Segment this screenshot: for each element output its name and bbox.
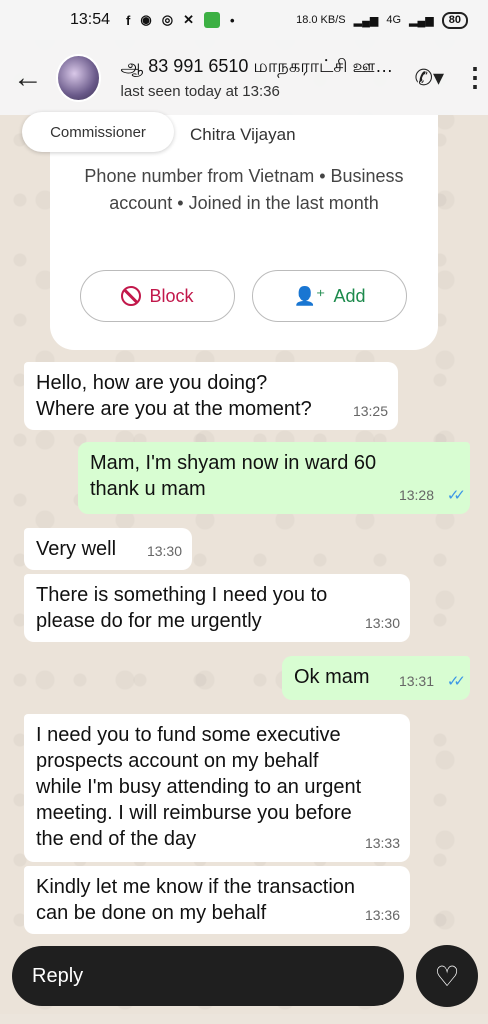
message-bubble[interactable]: Kindly let me know if the transaction ca… [24,866,410,934]
contact-name: Chitra Vijayan [190,125,296,144]
status-right: 18.0 KB/S ▂▄▆ 4G ▂▄▆ 80 [296,11,468,29]
message-bubble[interactable]: Ok mam 13:31 ✓✓ [282,656,470,700]
message-time: 13:30 [146,543,182,559]
message-time: 13:28 [398,487,434,503]
message-text: Hello, how are you doing? Where are you … [36,372,312,420]
chat-header: ← ஆ 83 991 6510 மாநகராட்சி ஊரை மாநக... l… [0,40,488,115]
contact-title-block[interactable]: ஆ 83 991 6510 மாநகராட்சி ஊரை மாநக... las… [121,56,411,100]
add-label: Add [333,285,366,306]
message-time: 13:36 [364,907,400,923]
message-text: Kindly let me know if the transaction ca… [36,876,356,924]
reply-input[interactable]: Reply [12,946,404,1006]
network-label: 4G [386,14,402,26]
signal-icon: ▂▄▆ [353,14,379,27]
heart-react-button[interactable]: ♡ [416,945,478,1007]
chat-title: ஆ 83 991 6510 மாநகராட்சி ஊரை மாநக... [120,55,411,76]
add-person-icon: 👤⁺ [293,285,326,306]
block-icon [121,286,142,306]
green-app-icon [203,12,220,28]
status-time: 13:54 [70,11,111,28]
battery-icon: 80 [441,11,468,29]
header-actions: ✆▾ ⋮ [415,62,488,93]
message-text: There is something I need you to please … [36,584,328,632]
message-bubble[interactable]: Mam, I'm shyam now in ward 60 thank u ma… [78,442,470,514]
status-bar: 13:54 f ◉ ◎ ✕ • 18.0 KB/S ▂▄▆ 4G ▂▄▆ 80 [0,0,488,40]
message-bubble[interactable]: Very well 13:30 [24,528,192,570]
block-label: Block [149,285,194,306]
read-ticks-icon: ✓✓ [446,673,466,690]
contact-description: Phone number from Vietnam • Business acc… [84,166,404,213]
whatsapp-icon: ◉ [140,12,152,27]
back-arrow-icon[interactable]: ← [0,61,56,95]
message-text: I need you to fund some executive prospe… [36,724,362,850]
bottom-edge [0,1014,488,1024]
heart-icon: ♡ [434,960,460,992]
contact-avatar[interactable] [55,53,101,102]
dot-icon: • [229,12,235,28]
more-options-icon[interactable]: ⋮ [462,62,488,93]
facebook-icon: f [126,12,131,28]
block-button[interactable]: Block [80,270,235,322]
net-speed: 18.0 KB/S [296,14,346,26]
last-seen-text: last seen today at 13:36 [120,82,280,100]
notification-icons: f ◉ ◎ ✕ • [126,12,235,28]
read-ticks-icon: ✓✓ [446,487,466,504]
signal-icon-2: ▂▄▆ [409,14,434,27]
message-bubble[interactable]: There is something I need you to please … [24,574,410,642]
date-chip: Commissioner [22,112,174,152]
app-icon: ✕ [183,12,194,27]
message-time: 13:30 [364,615,400,631]
message-bubble[interactable]: Hello, how are you doing? Where are you … [24,362,398,430]
add-contact-button[interactable]: 👤⁺ Add [252,270,407,322]
voice-call-icon[interactable]: ✆▾ [415,65,444,91]
message-time: 13:33 [364,835,400,851]
message-time: 13:31 [398,673,434,689]
messenger-icon: ◎ [161,12,174,27]
message-time: 13:25 [352,403,388,419]
message-bubble[interactable]: I need you to fund some executive prospe… [24,714,410,862]
